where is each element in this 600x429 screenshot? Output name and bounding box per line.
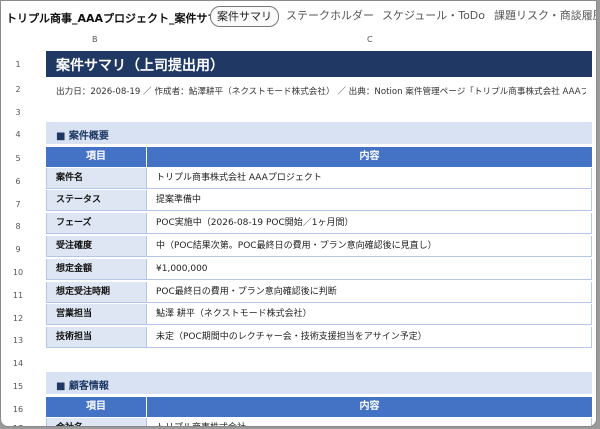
row-key[interactable]: 受注確度 (47, 236, 147, 256)
row-number[interactable]: 4 (1, 130, 35, 139)
sheet-title-band[interactable]: 案件サマリ（上司提出用） (46, 51, 592, 77)
row-value[interactable]: 鮎澤 耕平（ネクストモード株式会社） (147, 304, 593, 324)
customer-table-header: 項目 内容 (46, 397, 592, 417)
tab-issues-risks[interactable]: 課題リスク・商談履歴 (488, 6, 596, 25)
row-number[interactable]: 17 (1, 424, 35, 426)
row-number[interactable]: 3 (1, 108, 35, 117)
section-overview[interactable]: ■ 案件概要 (46, 122, 592, 144)
row-key[interactable]: 営業担当 (47, 304, 147, 324)
tab-schedule-todo[interactable]: スケジュール・ToDo (376, 6, 491, 25)
table-row: 会社名 トリプル商事株式会社 (46, 418, 593, 426)
row-key[interactable]: ステータス (47, 190, 147, 210)
section-customer[interactable]: ■ 顧客情報 (46, 372, 592, 394)
top-bar: トリプル商事_AAAプロジェクト_案件サマリ_... 案件サマリ ステークホルダ… (1, 1, 596, 34)
row-value[interactable]: 未定（POC期間中のレクチャー会・技術支援担当をアサイン予定） (147, 327, 593, 347)
row-value[interactable]: POC最終日の費用・プラン意向確認後に判断 (147, 282, 593, 302)
row-value[interactable]: POC実施中（2026-08-19 POC開始／1ヶ月間） (147, 213, 593, 233)
row-number[interactable]: 10 (1, 268, 35, 277)
table-row: 営業担当 鮎澤 耕平（ネクストモード株式会社） (46, 304, 592, 325)
row-key[interactable]: 想定金額 (47, 259, 147, 279)
row-number[interactable]: 15 (1, 382, 35, 391)
row-number[interactable]: 2 (1, 85, 35, 94)
sheet-meta[interactable]: 出力日：2026-08-19 ／ 作成者：鮎澤耕平（ネクストモード株式会社） ／… (56, 85, 586, 97)
table-row: 想定受注時期 POC最終日の費用・プラン意向確認後に判断 (46, 282, 592, 303)
table-row: 想定金額 ¥1,000,000 (46, 259, 592, 280)
section-overview-title: ■ 案件概要 (56, 131, 109, 142)
row-number[interactable]: 8 (1, 222, 35, 231)
row-key[interactable]: 会社名 (47, 418, 147, 426)
column-header-bar: B C (1, 34, 596, 48)
row-number[interactable]: 12 (1, 314, 35, 323)
row-number[interactable]: 11 (1, 291, 35, 300)
table-row: フェーズ POC実施中（2026-08-19 POC開始／1ヶ月間） (46, 213, 592, 234)
row-number[interactable]: 5 (1, 154, 35, 163)
row-number[interactable]: 13 (1, 336, 35, 345)
tab-case-summary[interactable]: 案件サマリ (210, 6, 279, 27)
table-row: 受注確度 中（POC結果次第。POC最終日の費用・プラン意向確認後に見直し） (46, 236, 592, 257)
table-row: 技術担当 未定（POC期間中のレクチャー会・技術支援担当をアサイン予定） (46, 327, 592, 348)
row-key[interactable]: 技術担当 (47, 327, 147, 347)
tab-stakeholder[interactable]: ステークホルダー (280, 6, 380, 25)
header-item[interactable]: 項目 (46, 397, 146, 417)
column-header-b[interactable]: B (92, 35, 98, 44)
spreadsheet-window: トリプル商事_AAAプロジェクト_案件サマリ_... 案件サマリ ステークホルダ… (0, 0, 597, 427)
row-number[interactable]: 7 (1, 200, 35, 209)
row-value[interactable]: 中（POC結果次第。POC最終日の費用・プラン意向確認後に見直し） (147, 236, 593, 256)
row-number[interactable]: 6 (1, 177, 35, 186)
row-value[interactable]: トリプル商事株式会社 (147, 418, 593, 426)
row-value[interactable]: ¥1,000,000 (147, 259, 593, 279)
row-key[interactable]: 想定受注時期 (47, 282, 147, 302)
column-header-c[interactable]: C (367, 35, 373, 44)
row-value[interactable]: トリプル商事株式会社 AAAプロジェクト (147, 168, 593, 188)
row-key[interactable]: 案件名 (47, 168, 147, 188)
sheet-title: 案件サマリ（上司提出用） (56, 58, 224, 74)
header-content[interactable]: 内容 (146, 147, 592, 167)
row-value[interactable]: 提案準備中 (147, 190, 593, 210)
table-row: ステータス 提案準備中 (46, 190, 592, 211)
header-item[interactable]: 項目 (46, 147, 146, 167)
row-number[interactable]: 9 (1, 245, 35, 254)
header-content[interactable]: 内容 (146, 397, 592, 417)
row-number[interactable]: 14 (1, 359, 35, 368)
row-key[interactable]: フェーズ (47, 213, 147, 233)
section-customer-title: ■ 顧客情報 (56, 381, 109, 392)
row-number[interactable]: 16 (1, 405, 35, 414)
overview-table-header: 項目 内容 (46, 147, 592, 167)
table-row: 案件名 トリプル商事株式会社 AAAプロジェクト (46, 168, 592, 189)
row-number[interactable]: 1 (1, 60, 35, 69)
